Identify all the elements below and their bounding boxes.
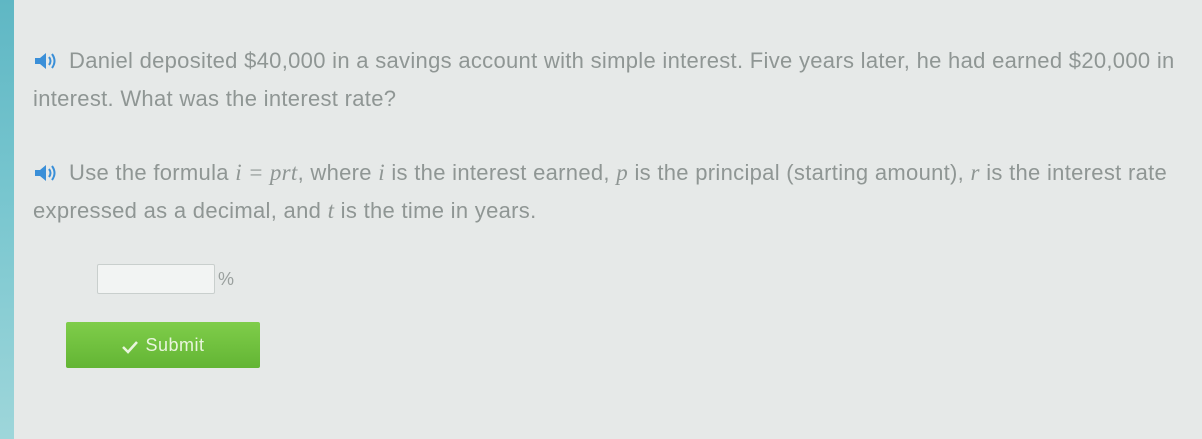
submit-label: Submit bbox=[145, 334, 205, 355]
speaker-icon[interactable] bbox=[33, 157, 59, 181]
interest-rate-input[interactable] bbox=[97, 264, 215, 294]
check-icon bbox=[121, 338, 139, 354]
hint-formula: i = prt bbox=[235, 160, 298, 185]
hint-var-r: r bbox=[970, 160, 980, 185]
hint-var-p: p bbox=[616, 160, 629, 185]
question-text: Daniel deposited $40,000 in a savings ac… bbox=[33, 42, 1183, 118]
question-area: Daniel deposited $40,000 in a savings ac… bbox=[33, 42, 1183, 294]
hint-lead: Use the formula bbox=[69, 160, 236, 185]
hint-var-i: i bbox=[378, 160, 385, 185]
hint-part-2: is the interest earned, bbox=[384, 160, 617, 185]
percent-unit: % bbox=[218, 268, 235, 289]
answer-row: % bbox=[97, 264, 1183, 294]
hint-part-1: , where bbox=[297, 160, 379, 185]
question-body: Daniel deposited $40,000 in a savings ac… bbox=[33, 48, 1175, 111]
hint-part-5: is the time in years. bbox=[334, 198, 537, 223]
submit-button[interactable]: Submit bbox=[66, 322, 260, 368]
hint-text: Use the formula i = prt, where i is the … bbox=[33, 154, 1183, 230]
hint-part-3: is the principal (starting amount), bbox=[628, 160, 971, 185]
left-edge-strip bbox=[0, 0, 14, 439]
speaker-icon[interactable] bbox=[33, 45, 59, 69]
